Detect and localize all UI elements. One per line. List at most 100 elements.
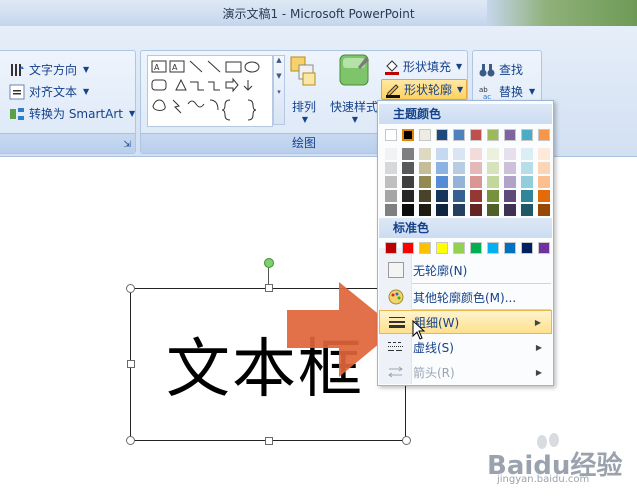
theme-color-shade-swatch[interactable]	[521, 176, 533, 188]
theme-color-swatch[interactable]	[521, 129, 533, 141]
theme-color-shade-swatch[interactable]	[521, 190, 533, 202]
theme-color-swatch[interactable]	[385, 129, 397, 141]
theme-color-shade-swatch[interactable]	[521, 204, 533, 216]
theme-color-shade-swatch[interactable]	[402, 190, 414, 202]
standard-color-swatch[interactable]	[504, 242, 516, 254]
resize-handle-bottom-left[interactable]	[126, 436, 135, 445]
theme-color-shade-swatch[interactable]	[453, 162, 465, 174]
theme-color-shade-swatch[interactable]	[419, 190, 431, 202]
theme-color-swatch[interactable]	[419, 129, 431, 141]
theme-color-shade-swatch[interactable]	[419, 162, 431, 174]
theme-color-shade-swatch[interactable]	[487, 176, 499, 188]
theme-color-shade-swatch[interactable]	[538, 148, 550, 160]
arrange-label: 排列	[291, 100, 316, 114]
shapes-gallery[interactable]: AA	[147, 55, 273, 127]
theme-color-shade-swatch[interactable]	[504, 190, 516, 202]
resize-handle-top-left[interactable]	[126, 284, 135, 293]
resize-handle-bottom-right[interactable]	[402, 436, 411, 445]
shape-outline-label: 形状轮廓	[404, 83, 453, 97]
theme-color-shade-swatch[interactable]	[504, 204, 516, 216]
standard-color-swatch[interactable]	[453, 242, 465, 254]
chevron-down-icon: ▼	[529, 87, 536, 96]
dashes-item[interactable]: 虚线(S) ▶	[379, 335, 552, 359]
theme-color-shade-swatch[interactable]	[453, 190, 465, 202]
standard-color-swatch[interactable]	[385, 242, 397, 254]
quick-styles-button[interactable]: 快速样式 ▼	[328, 53, 380, 124]
standard-color-swatch[interactable]	[521, 242, 533, 254]
theme-color-shade-swatch[interactable]	[385, 176, 397, 188]
theme-color-shade-swatch[interactable]	[453, 204, 465, 216]
replace-button[interactable]: ab ac 替换 ▼	[479, 83, 535, 100]
theme-color-shade-swatch[interactable]	[538, 204, 550, 216]
text-direction-button[interactable]: 文字方向 ▼	[9, 61, 89, 78]
theme-color-shade-swatch[interactable]	[436, 190, 448, 202]
weight-item[interactable]: 粗细(W) ▶	[379, 310, 552, 334]
theme-color-shade-swatch[interactable]	[538, 176, 550, 188]
theme-color-shade-swatch[interactable]	[470, 148, 482, 160]
theme-color-shade-swatch[interactable]	[385, 162, 397, 174]
theme-color-shade-swatch[interactable]	[453, 148, 465, 160]
theme-color-shade-swatch[interactable]	[504, 176, 516, 188]
theme-color-shade-swatch[interactable]	[521, 162, 533, 174]
theme-color-shade-swatch[interactable]	[487, 162, 499, 174]
theme-color-swatch[interactable]	[470, 129, 482, 141]
theme-color-swatch[interactable]	[453, 129, 465, 141]
standard-color-swatch[interactable]	[538, 242, 550, 254]
theme-color-shade-swatch[interactable]	[538, 190, 550, 202]
quick-styles-label: 快速样式	[329, 100, 378, 114]
arrows-item[interactable]: 箭头(R) ▶	[379, 360, 552, 384]
theme-color-shade-swatch[interactable]	[385, 148, 397, 160]
theme-color-shade-swatch[interactable]	[521, 148, 533, 160]
theme-color-shade-swatch[interactable]	[385, 204, 397, 216]
theme-color-shade-swatch[interactable]	[470, 204, 482, 216]
gallery-scroll[interactable]: ▲ ▼ ▾	[273, 55, 285, 125]
theme-color-shade-swatch[interactable]	[436, 148, 448, 160]
theme-color-swatch[interactable]	[436, 129, 448, 141]
no-outline-item[interactable]: 无轮廓(N)	[379, 258, 552, 282]
theme-color-shade-swatch[interactable]	[453, 176, 465, 188]
resize-handle-top[interactable]	[265, 284, 273, 292]
theme-color-shade-swatch[interactable]	[538, 162, 550, 174]
theme-color-shade-swatch[interactable]	[402, 176, 414, 188]
theme-color-shade-swatch[interactable]	[402, 204, 414, 216]
theme-color-shade-swatch[interactable]	[419, 176, 431, 188]
theme-color-swatch[interactable]	[504, 129, 516, 141]
arrange-button[interactable]: 排列 ▼	[288, 53, 320, 124]
standard-color-swatch[interactable]	[487, 242, 499, 254]
theme-color-shade-swatch[interactable]	[487, 190, 499, 202]
theme-color-shade-swatch[interactable]	[436, 176, 448, 188]
more-outline-colors-item[interactable]: 其他轮廓颜色(M)...	[379, 285, 552, 309]
chevron-down-icon: ▼	[457, 85, 464, 94]
shape-outline-button[interactable]: 形状轮廓 ▼	[381, 79, 468, 100]
theme-color-swatch[interactable]	[487, 129, 499, 141]
theme-color-shade-swatch[interactable]	[487, 204, 499, 216]
theme-color-shade-swatch[interactable]	[419, 148, 431, 160]
convert-smartart-button[interactable]: 转换为 SmartArt ▼	[9, 105, 135, 122]
theme-color-shade-swatch[interactable]	[436, 204, 448, 216]
theme-color-shade-swatch[interactable]	[470, 176, 482, 188]
theme-color-shade-swatch[interactable]	[385, 190, 397, 202]
shape-fill-button[interactable]: 形状填充 ▼	[381, 57, 465, 76]
mouse-cursor-icon	[412, 320, 426, 340]
standard-color-swatch[interactable]	[419, 242, 431, 254]
theme-color-shade-swatch[interactable]	[419, 204, 431, 216]
theme-color-swatch[interactable]	[538, 129, 550, 141]
standard-color-swatch[interactable]	[470, 242, 482, 254]
theme-color-shade-swatch[interactable]	[470, 190, 482, 202]
theme-color-shade-swatch[interactable]	[402, 162, 414, 174]
theme-color-shade-swatch[interactable]	[436, 162, 448, 174]
align-text-button[interactable]: 对齐文本 ▼	[9, 83, 89, 100]
dialog-launcher-icon[interactable]: ⇲	[123, 140, 131, 150]
rotate-handle[interactable]	[264, 258, 274, 268]
theme-color-shade-swatch[interactable]	[504, 148, 516, 160]
standard-color-swatch[interactable]	[402, 242, 414, 254]
theme-color-shade-swatch[interactable]	[470, 162, 482, 174]
standard-color-swatch[interactable]	[436, 242, 448, 254]
theme-color-shade-swatch[interactable]	[402, 148, 414, 160]
find-button[interactable]: 查找	[479, 61, 523, 78]
resize-handle-bottom[interactable]	[265, 437, 273, 445]
theme-color-swatch[interactable]	[402, 129, 414, 141]
resize-handle-left[interactable]	[127, 360, 135, 368]
theme-color-shade-swatch[interactable]	[487, 148, 499, 160]
theme-color-shade-swatch[interactable]	[504, 162, 516, 174]
